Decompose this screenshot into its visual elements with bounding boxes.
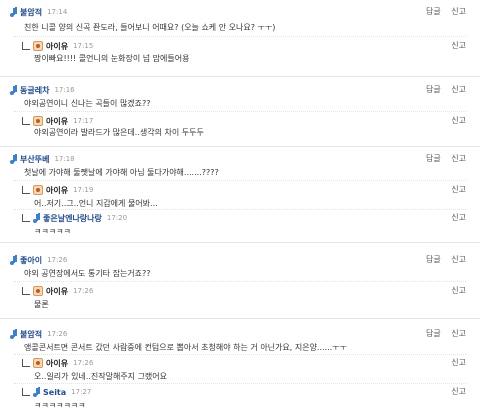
reply-arrow-icon [22, 117, 30, 125]
avatar-icon [33, 358, 43, 368]
music-note-icon [10, 255, 18, 265]
divider [14, 111, 466, 112]
reply-header: 아이유 17:19 신고 [0, 183, 480, 197]
divider [14, 281, 466, 282]
comment-text: 앵콜콘서트면 콘서트 갔던 사람중에 컨텀으로 뽑아서 초청해야 하는 거 아닌… [24, 343, 347, 352]
comment-header: 동글레차 17:16 답글 신고 [0, 83, 480, 97]
reply-button[interactable]: 답글 [426, 329, 441, 338]
reply-button[interactable]: 답글 [426, 85, 441, 94]
report-button[interactable]: 신고 [451, 255, 466, 264]
reply-author[interactable]: 아이유 [46, 116, 68, 127]
reply-author[interactable]: 좋은날엔나랑나랑 [43, 213, 102, 224]
reply-author[interactable]: 아이유 [46, 286, 68, 297]
avatar-icon [33, 286, 43, 296]
reply-time: 17:20 [106, 214, 128, 222]
comment-text: 첫날에 가야해 둘쨋날에 가야해 아님 둘다가야해.......???? [24, 168, 219, 177]
comment-thread: 좋아이 17:26 답글 신고 야외 공연장에서도 통기타 잡는거죠?? 아이유… [0, 242, 480, 311]
reply-button[interactable]: 답글 [426, 255, 441, 264]
report-button[interactable]: 신고 [451, 286, 466, 295]
comment-text: 야외 공연장에서도 통기타 잡는거죠?? [24, 269, 151, 278]
reply-header: 아이유 17:17 신고 [0, 114, 480, 128]
comment-text: 친한 니콜 양의 신곡 좐도라, 들어보니 어때요? (오늘 쇼케 안 오나요?… [24, 23, 276, 32]
reply-header: 아이유 17:15 신고 [0, 39, 480, 53]
comment-time: 17:18 [54, 155, 75, 163]
reply-text: 어..저기..그..언니 지갑에게 물어봐... [34, 199, 158, 208]
comment-time: 17:16 [54, 86, 75, 94]
reply-text: 오..일리가 있네..진작말해주지 그랬어요 [34, 372, 168, 381]
report-button[interactable]: 신고 [451, 154, 466, 163]
comment-author[interactable]: 불암적 [20, 329, 42, 340]
report-button[interactable]: 신고 [451, 358, 466, 367]
reply-time: 17:26 [73, 359, 94, 367]
reply-time: 17:15 [73, 42, 94, 50]
reply-time: 17:26 [73, 287, 94, 295]
report-button[interactable]: 신고 [451, 329, 466, 338]
music-note-icon [10, 7, 18, 17]
report-button[interactable]: 신고 [451, 387, 466, 396]
comment-author[interactable]: 동글레차 [20, 85, 49, 96]
divider [14, 36, 466, 37]
reply-button[interactable]: 답글 [426, 7, 441, 16]
comment-header: 불암적 17:14 답글 신고 [0, 5, 480, 19]
reply-arrow-icon [22, 186, 30, 194]
divider [14, 180, 466, 181]
reply-author[interactable]: 아이유 [46, 185, 68, 196]
comment-thread: 불암적 17:26 답글 신고 앵콜콘서트면 콘서트 갔던 사람중에 컨텀으로 … [0, 318, 480, 415]
comment-thread: 부산뚜베 17:18 답글 신고 첫날에 가야해 둘쨋날에 가야해 아님 둘다가… [0, 146, 480, 237]
avatar-icon [33, 41, 43, 51]
reply-time: 17:17 [73, 117, 94, 125]
report-button[interactable]: 신고 [451, 85, 466, 94]
reply-author[interactable]: 아이유 [46, 358, 68, 369]
reply-arrow-icon [22, 42, 30, 50]
reply-text: ㅋㅋㅋㅋㅋ [34, 227, 71, 236]
comment-header: 부산뚜베 17:18 답글 신고 [0, 152, 480, 166]
reply-header: 아이유 17:26 신고 [0, 284, 480, 298]
reply-author[interactable]: 아이유 [46, 41, 68, 52]
report-button[interactable]: 신고 [451, 116, 466, 125]
reply-header: Seita 17:27 신고 [0, 385, 480, 399]
divider [14, 354, 466, 355]
comment-header: 좋아이 17:26 답글 신고 [0, 253, 480, 267]
reply-text: ㅋㅋㅋㅋㅋㅋㅋ [34, 401, 86, 410]
divider [14, 383, 466, 384]
comment-list: 불암적 17:14 답글 신고 친한 니콜 양의 신곡 좐도라, 들어보니 어때… [0, 0, 480, 414]
avatar-icon [33, 116, 43, 126]
report-button[interactable]: 신고 [451, 7, 466, 16]
reply-text: 물론 [34, 300, 49, 309]
avatar-icon [33, 185, 43, 195]
reply-header: 아이유 17:26 신고 [0, 356, 480, 370]
comment-time: 17:14 [47, 8, 68, 16]
comment-time: 17:26 [47, 330, 68, 338]
reply-header: 좋은날엔나랑나랑 17:20 신고 [0, 211, 480, 225]
comment-author[interactable]: 좋아이 [20, 255, 42, 266]
music-note-icon [10, 154, 18, 164]
reply-arrow-icon [22, 287, 30, 295]
report-button[interactable]: 신고 [451, 41, 466, 50]
divider [14, 209, 466, 210]
music-note-icon [33, 387, 41, 397]
reply-arrow-icon [22, 388, 30, 396]
comment-thread: 불암적 17:14 답글 신고 친한 니콜 양의 신곡 좐도라, 들어보니 어때… [0, 0, 480, 63]
comment-text: 야외공연이니 신나는 곡들이 많겠죠?? [24, 99, 151, 108]
comment-author[interactable]: 부산뚜베 [20, 154, 49, 165]
comment-thread: 동글레차 17:16 답글 신고 야외공연이니 신나는 곡들이 많겠죠?? 아이… [0, 76, 480, 141]
report-button[interactable]: 신고 [451, 213, 466, 222]
comment-header: 불암적 17:26 답글 신고 [0, 327, 480, 341]
reply-author[interactable]: Seita [43, 388, 66, 397]
comment-time: 17:26 [47, 256, 68, 264]
reply-text: 짱이빠요!!!! 콜언니의 눈화장이 넘 맘에들어용 [34, 54, 190, 63]
music-note-icon [10, 85, 18, 95]
reply-arrow-icon [22, 214, 30, 222]
report-button[interactable]: 신고 [451, 185, 466, 194]
reply-button[interactable]: 답글 [426, 154, 441, 163]
reply-time: 17:19 [73, 186, 94, 194]
music-note-icon [33, 213, 41, 223]
reply-arrow-icon [22, 359, 30, 367]
comment-author[interactable]: 불암적 [20, 7, 42, 18]
reply-time: 17:27 [71, 388, 92, 396]
reply-text: 야외공연이라 발라드가 많은데..생각의 차이 두두두 [34, 128, 204, 137]
music-note-icon [10, 329, 18, 339]
